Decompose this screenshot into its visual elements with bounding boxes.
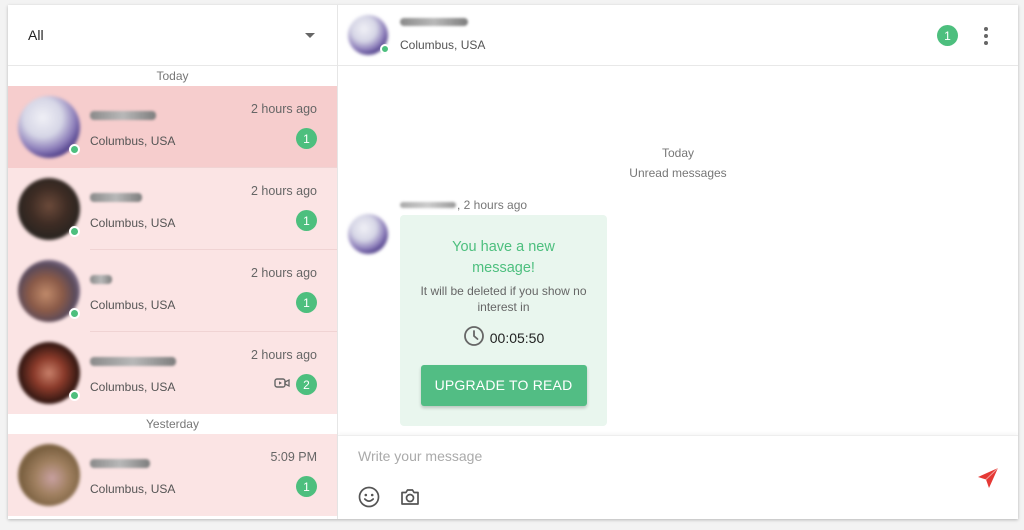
conversation-item[interactable]: Columbus, USA 2 hours ago 1: [8, 86, 337, 168]
filter-selected: All: [28, 27, 44, 43]
online-indicator: [380, 44, 390, 54]
message-composer: [338, 435, 1018, 519]
countdown-timer: 00:05:50: [400, 325, 607, 350]
message-input[interactable]: [358, 448, 918, 464]
conversation-time: 2 hours ago: [250, 184, 317, 198]
online-indicator: [69, 308, 80, 319]
more-options-icon[interactable]: [976, 25, 996, 47]
online-indicator: [69, 144, 80, 155]
clock-icon: [463, 325, 485, 350]
contact-name-blurred: [90, 356, 176, 366]
contact-name-blurred: [400, 18, 468, 26]
unread-badge: 1: [296, 292, 317, 313]
day-separator: Yesterday: [8, 414, 337, 434]
avatar: [18, 178, 80, 240]
day-label: Today: [661, 146, 695, 160]
sender-avatar: [348, 214, 388, 254]
messenger-app: All Today Columbus, USA 2 hours ago 1 Co…: [8, 5, 1018, 519]
conversation-item[interactable]: Columbus, USA 5:09 PM 1: [8, 434, 337, 516]
conversation-item[interactable]: Columbus, USA 2 hours ago 2: [8, 332, 337, 414]
contact-name-blurred: [90, 458, 150, 468]
video-icon: [274, 376, 290, 394]
header-unread-badge: 1: [937, 25, 958, 46]
contact-name-blurred: [90, 110, 156, 120]
locked-message-subtitle: It will be deleted if you show no intere…: [420, 284, 587, 314]
contact-name-blurred: [90, 192, 142, 202]
upgrade-to-read-button[interactable]: UPGRADE TO READ: [420, 365, 587, 406]
conversation-item[interactable]: Columbus, USA 2 hours ago 1: [8, 250, 337, 332]
unread-badge: 2: [296, 374, 317, 395]
message-meta: , 2 hours ago: [400, 198, 527, 212]
unread-badge: 1: [296, 210, 317, 231]
contact-name-blurred: [90, 274, 112, 284]
conversation-time: 2 hours ago: [250, 348, 317, 362]
avatar: [18, 444, 80, 506]
filter-dropdown[interactable]: All: [8, 5, 337, 66]
unread-badge: 1: [296, 128, 317, 149]
locked-message-title: You have a new message!: [452, 239, 555, 276]
camera-icon[interactable]: [399, 486, 421, 508]
online-indicator: [69, 390, 80, 401]
chat-pane: Columbus, USA 1 Today Unread messages , …: [338, 5, 1018, 519]
unread-messages-label: Unread messages: [629, 166, 727, 180]
avatar: [18, 96, 80, 158]
contact-avatar[interactable]: [348, 15, 390, 55]
countdown-value: 00:05:50: [489, 329, 545, 346]
conversation-item[interactable]: Columbus, USA 2 hours ago 1: [8, 168, 337, 250]
emoji-icon[interactable]: [358, 486, 380, 508]
sender-name-blurred: [400, 202, 456, 208]
caret-down-icon: [305, 32, 315, 38]
unread-badge: 1: [296, 476, 317, 497]
locked-message-bubble: You have a new message! It will be delet…: [400, 215, 607, 426]
avatar: [18, 260, 80, 322]
message-time: , 2 hours ago: [457, 198, 528, 212]
conversation-list-pane: All Today Columbus, USA 2 hours ago 1 Co…: [8, 5, 338, 519]
message-thread: Today Unread messages , 2 hours ago You …: [338, 66, 1018, 435]
conversation-time: 5:09 PM: [270, 450, 317, 464]
day-separator: Today: [8, 66, 337, 86]
contact-location: Columbus, USA: [400, 38, 486, 52]
avatar: [18, 342, 80, 404]
conversation-time: 2 hours ago: [250, 102, 317, 116]
send-icon[interactable]: [976, 466, 1000, 490]
online-indicator: [69, 226, 80, 237]
conversation-time: 2 hours ago: [250, 266, 317, 280]
chat-header: Columbus, USA 1: [338, 5, 1018, 66]
